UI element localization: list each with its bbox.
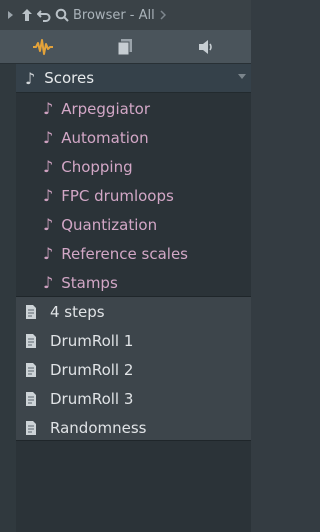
documents-view-button[interactable] bbox=[108, 34, 142, 60]
file-item[interactable]: 4 steps bbox=[16, 297, 251, 326]
score-file-icon bbox=[26, 304, 36, 319]
score-file-icon bbox=[26, 362, 36, 377]
browser-titlebar: Browser - All bbox=[0, 0, 251, 30]
waveform-view-button[interactable] bbox=[26, 34, 60, 60]
browser-tree: ♪ Scores ♪ Arpeggiator ♪ Automation ♪ Ch… bbox=[16, 64, 251, 532]
speaker-icon bbox=[199, 40, 212, 54]
file-item[interactable]: Randomness bbox=[16, 413, 251, 442]
folder-item[interactable]: ♪ Quantization bbox=[16, 210, 251, 239]
folder-item[interactable]: ♪ Reference scales bbox=[16, 239, 251, 268]
file-item[interactable]: DrumRoll 3 bbox=[16, 384, 251, 413]
undo-icon[interactable] bbox=[37, 8, 51, 22]
score-file-icon bbox=[26, 391, 36, 406]
folder-item-label: Arpeggiator bbox=[61, 99, 151, 118]
music-note-icon: ♪ bbox=[43, 99, 54, 118]
file-item-label: DrumRoll 2 bbox=[50, 360, 134, 379]
folder-item-label: Automation bbox=[61, 128, 149, 147]
folder-scores[interactable]: ♪ Scores bbox=[16, 64, 251, 93]
expand-arrow-icon[interactable] bbox=[6, 8, 16, 22]
folder-item-label: Reference scales bbox=[61, 244, 188, 263]
browser-toolbar bbox=[0, 30, 251, 64]
music-note-icon: ♪ bbox=[43, 128, 54, 147]
folder-item-label: Stamps bbox=[61, 273, 118, 292]
folder-item[interactable]: ♪ Chopping bbox=[16, 152, 251, 181]
file-list: 4 steps DrumRoll 1 DrumRoll 2 DrumRoll 3… bbox=[16, 296, 251, 441]
document-icon bbox=[117, 39, 132, 56]
chevron-right-icon[interactable] bbox=[159, 8, 167, 22]
folder-item-label: Quantization bbox=[61, 215, 158, 234]
music-note-icon: ♪ bbox=[43, 186, 54, 205]
sort-caret-icon[interactable] bbox=[238, 74, 246, 79]
up-arrow-icon[interactable] bbox=[20, 8, 34, 22]
folder-item-label: FPC drumloops bbox=[61, 186, 174, 205]
file-item-label: 4 steps bbox=[50, 302, 105, 321]
music-note-icon: ♪ bbox=[43, 157, 54, 176]
music-note-icon: ♪ bbox=[25, 68, 36, 88]
file-item[interactable]: DrumRoll 2 bbox=[16, 355, 251, 384]
folder-item[interactable]: ♪ Automation bbox=[16, 123, 251, 152]
folder-item[interactable]: ♪ Arpeggiator bbox=[16, 94, 251, 123]
file-item[interactable]: DrumRoll 1 bbox=[16, 326, 251, 355]
file-item-label: Randomness bbox=[50, 418, 147, 437]
file-item-label: DrumRoll 1 bbox=[50, 331, 134, 350]
folder-item[interactable]: ♪ Stamps bbox=[16, 268, 251, 297]
score-file-icon bbox=[26, 333, 36, 348]
folder-item[interactable]: ♪ FPC drumloops bbox=[16, 181, 251, 210]
score-file-icon bbox=[26, 420, 36, 435]
folder-item-label: Chopping bbox=[61, 157, 133, 176]
file-item-label: DrumRoll 3 bbox=[50, 389, 134, 408]
speaker-view-button[interactable] bbox=[190, 34, 224, 60]
search-icon[interactable] bbox=[55, 8, 69, 22]
browser-title: Browser - All bbox=[73, 7, 155, 23]
music-note-icon: ♪ bbox=[43, 273, 54, 292]
waveform-icon bbox=[33, 39, 53, 55]
folder-label: Scores bbox=[44, 69, 95, 87]
music-note-icon: ♪ bbox=[43, 215, 54, 234]
music-note-icon: ♪ bbox=[43, 244, 54, 263]
tree-gutter bbox=[0, 64, 16, 532]
